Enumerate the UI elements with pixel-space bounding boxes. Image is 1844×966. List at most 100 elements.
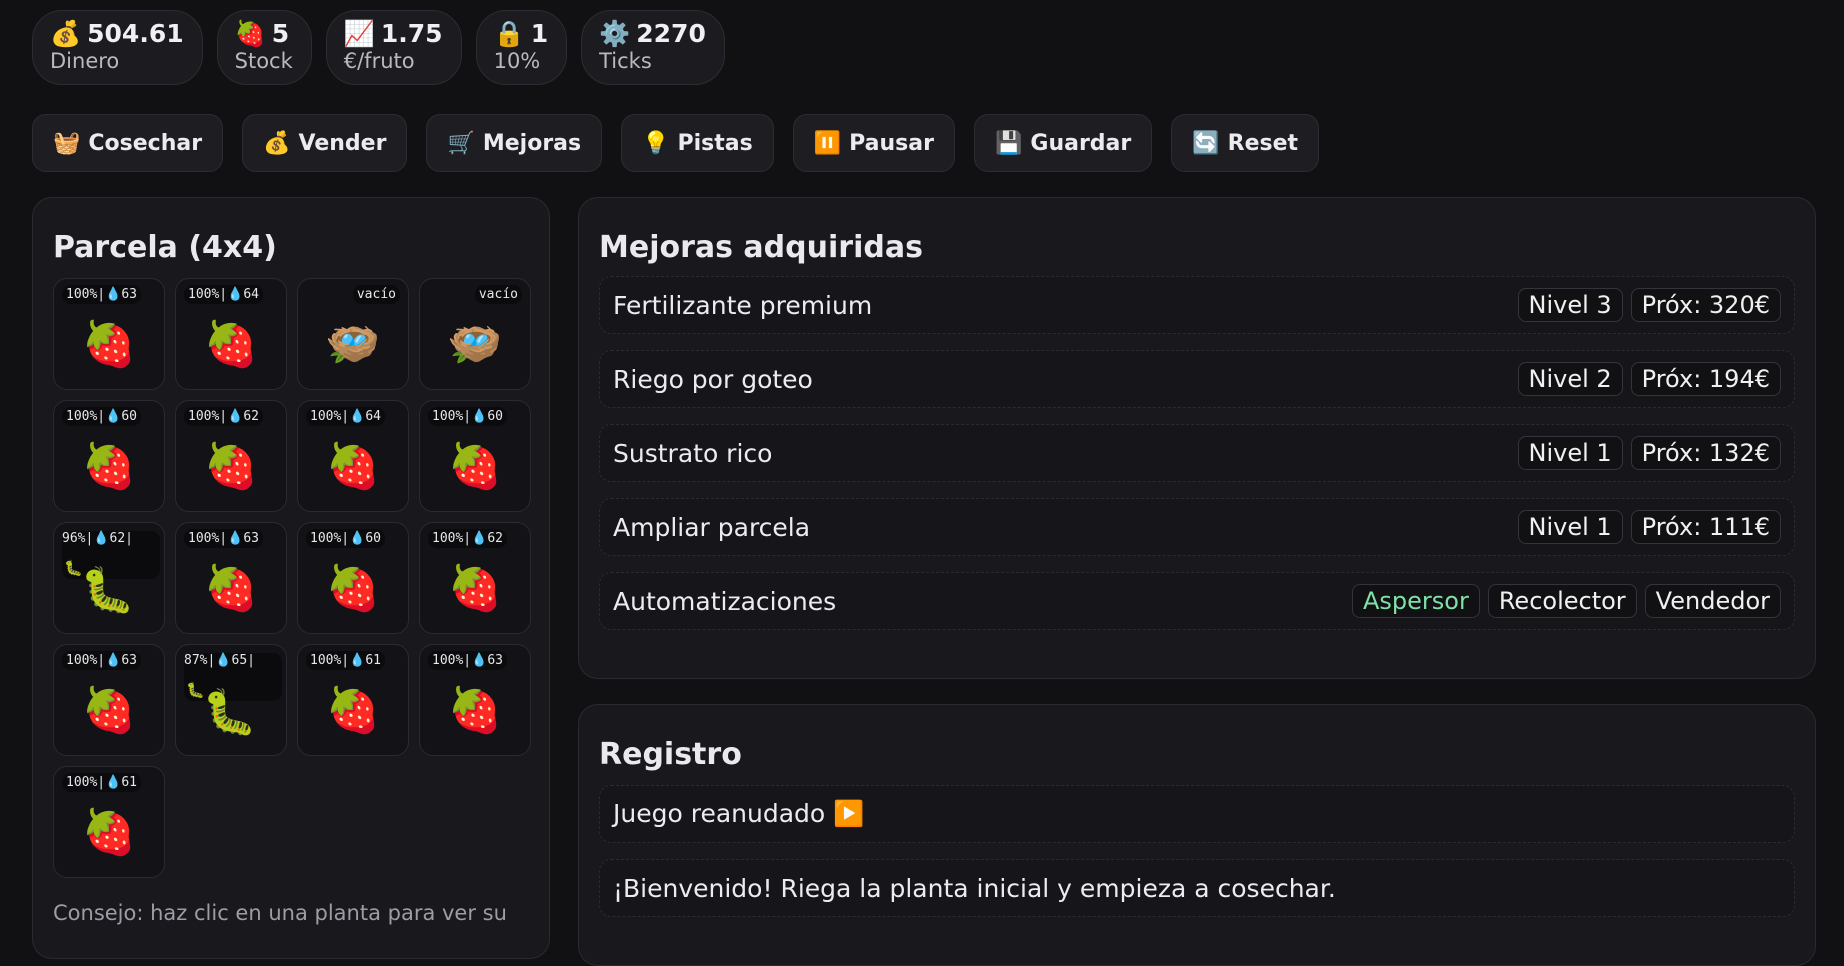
plot-cell[interactable]: 100%|💧60 🍓 [53, 400, 165, 512]
plot-cell[interactable]: 100%|💧64 🍓 [175, 278, 287, 390]
plot-cell[interactable]: 100%|💧64 🍓 [297, 400, 409, 512]
cell-status-label: 87%|💧65| [184, 653, 278, 668]
plot-grid: 100%|💧63 🍓 100%|💧64 🍓 vacío 🪺 vacío 🪺 100%|💧60 🍓 1… [53, 278, 531, 878]
gear-icon: ⚙️ [599, 19, 631, 48]
upgrade-badge: Aspersor [1351, 584, 1480, 618]
upgrade-name: Sustrato rico [613, 438, 773, 468]
cell-status-text: 100%|💧61 [62, 773, 141, 792]
guardar-button[interactable]: 💾 Guardar [973, 114, 1153, 172]
plot-cell[interactable]: 100%|💧63 🍓 [53, 644, 165, 756]
plot-cell[interactable]: 100%|💧60 🍓 [419, 400, 531, 512]
stat-value: 1 [530, 19, 549, 48]
upgrade-badges: Nivel 2 Próx: 194€ [1517, 362, 1781, 396]
strawberry-icon: 🍓 [203, 441, 259, 492]
upgrade-badge: Nivel 1 [1517, 436, 1623, 470]
pistas-button[interactable]: 💡 Pistas [621, 114, 774, 172]
cell-status-text: 100%|💧63 [184, 529, 263, 548]
vender-button[interactable]: 💰 Vender [242, 114, 408, 172]
upgrade-badge: Nivel 1 [1517, 510, 1623, 544]
upgrade-badge: Vendedor [1644, 584, 1781, 618]
cell-status-text: 100%|💧64 [184, 285, 263, 304]
stat-value: 5 [271, 19, 290, 48]
cell-status-text: vacío [352, 285, 400, 304]
strawberry-icon: 🍓 [325, 685, 381, 736]
cosechar-button[interactable]: 🧺 Cosechar [32, 114, 224, 172]
action-toolbar: 🧺 Cosechar 💰 Vender 🛒 Mejoras 💡 Pistas ⏸️ Pausar 💾… [32, 114, 1320, 172]
plot-cell[interactable]: 100%|💧60 🍓 [297, 522, 409, 634]
plot-cell[interactable]: vacío 🪺 [297, 278, 409, 390]
upgrades-title: Mejoras adquiridas [599, 230, 923, 265]
nest-icon: 🪺 [325, 319, 381, 370]
upgrade-badge: Próx: 194€ [1630, 362, 1781, 396]
upgrade-name: Fertilizante premium [613, 290, 873, 320]
strawberry-icon: 🍓 [81, 319, 137, 370]
upgrade-badges: Aspersor Recolector Vendedor [1351, 584, 1781, 618]
cell-status-text: 87%|💧65| [184, 653, 255, 668]
upgrades-list: Fertilizante premium Nivel 3 Próx: 320€ Rie… [599, 276, 1795, 646]
cell-status-text: 96%|💧62| [62, 531, 133, 546]
stat-label: Stock [234, 49, 293, 73]
upgrade-name: Ampliar parcela [613, 512, 811, 542]
plot-cell[interactable]: 100%|💧62 🍓 [419, 522, 531, 634]
cell-status-label: 100%|💧62 [428, 529, 522, 548]
cell-status-label: 100%|💧60 [306, 529, 400, 548]
upgrade-badge: Próx: 132€ [1630, 436, 1781, 470]
plot-panel: Parcela (4x4) 100%|💧63 🍓 100%|💧64 🍓 vacío 🪺 va… [32, 197, 550, 959]
cell-status-label: 100%|💧60 [428, 407, 522, 426]
stat-card: 🔒 1 10% [475, 10, 568, 85]
upgrade-badge: Nivel 2 [1517, 362, 1623, 396]
money-bag-icon: 💰 [263, 130, 291, 156]
upgrade-badge: Nivel 3 [1517, 288, 1623, 322]
cell-status-label: vacío [428, 285, 522, 304]
button-label: Mejoras [482, 130, 582, 156]
cell-status-text: 100%|💧60 [62, 407, 141, 426]
chart-up-icon: 📈 [343, 19, 375, 48]
upgrade-badges: Nivel 1 Próx: 111€ [1517, 510, 1781, 544]
pausar-button[interactable]: ⏸️ Pausar [792, 114, 955, 172]
button-label: Vender [298, 130, 387, 156]
plot-cell[interactable]: 100%|💧62 🍓 [175, 400, 287, 512]
basket-icon: 🧺 [53, 130, 81, 156]
upgrade-row: Riego por goteo Nivel 2 Próx: 194€ [599, 350, 1795, 408]
cell-status-text: 100%|💧60 [428, 407, 507, 426]
plot-cell[interactable]: 87%|💧65| 🐛 🐛 [175, 644, 287, 756]
upgrade-row: Ampliar parcela Nivel 1 Próx: 111€ [599, 498, 1795, 556]
cell-status-text: 100%|💧61 [306, 651, 385, 670]
mejoras-button[interactable]: 🛒 Mejoras [426, 114, 603, 172]
stat-card: 💰 504.61 Dinero [32, 10, 203, 85]
upgrade-row: Fertilizante premium Nivel 3 Próx: 320€ [599, 276, 1795, 334]
plot-cell[interactable]: 100%|💧61 🍓 [297, 644, 409, 756]
plot-cell[interactable]: vacío 🪺 [419, 278, 531, 390]
upgrade-row: Sustrato rico Nivel 1 Próx: 132€ [599, 424, 1795, 482]
upgrade-badge: Próx: 320€ [1630, 288, 1781, 322]
stats-bar: 💰 504.61 Dinero 🍓 5 Stock 📈 1.75 €/fruto 🔒 1 10% ⚙️ 2… [32, 10, 725, 85]
cell-status-text: 100%|💧62 [184, 407, 263, 426]
upgrade-name: Automatizaciones [613, 586, 837, 616]
plot-cell[interactable]: 100%|💧63 🍓 [53, 278, 165, 390]
stat-value: 2270 [636, 19, 706, 48]
plot-cell[interactable]: 100%|💧61 🍓 [53, 766, 165, 878]
reset-button[interactable]: 🔄 Reset [1171, 114, 1320, 172]
stat-label: €/fruto [343, 49, 415, 73]
lock-icon: 🔒 [493, 19, 525, 48]
floppy-disk-icon: 💾 [994, 130, 1023, 156]
cell-status-text: 100%|💧62 [428, 529, 507, 548]
stat-card: ⚙️ 2270 Ticks [581, 10, 725, 85]
caterpillar-icon: 🐛 [202, 687, 257, 738]
stat-value-line: 🍓 5 [235, 21, 293, 46]
strawberry-icon: 🍓 [325, 563, 381, 614]
cell-status-label: 100%|💧62 [184, 407, 278, 426]
cell-status-text: 100%|💧64 [306, 407, 385, 426]
strawberry-icon: 🍓 [81, 441, 137, 492]
cell-status-label: 100%|💧63 [62, 651, 156, 670]
strawberry-icon: 🍓 [234, 19, 266, 48]
strawberry-icon: 🍓 [447, 563, 503, 614]
plot-cell[interactable]: 100%|💧63 🍓 [419, 644, 531, 756]
cell-status-label: 96%|💧62| [62, 531, 156, 546]
strawberry-icon: 🍓 [203, 319, 259, 370]
upgrades-panel: Mejoras adquiridas Fertilizante premium N… [578, 197, 1816, 679]
refresh-icon: 🔄 [1192, 130, 1220, 156]
plot-cell[interactable]: 96%|💧62| 🐛 🐛 [53, 522, 165, 634]
plot-cell[interactable]: 100%|💧63 🍓 [175, 522, 287, 634]
cell-status-label: 100%|💧63 [62, 285, 156, 304]
